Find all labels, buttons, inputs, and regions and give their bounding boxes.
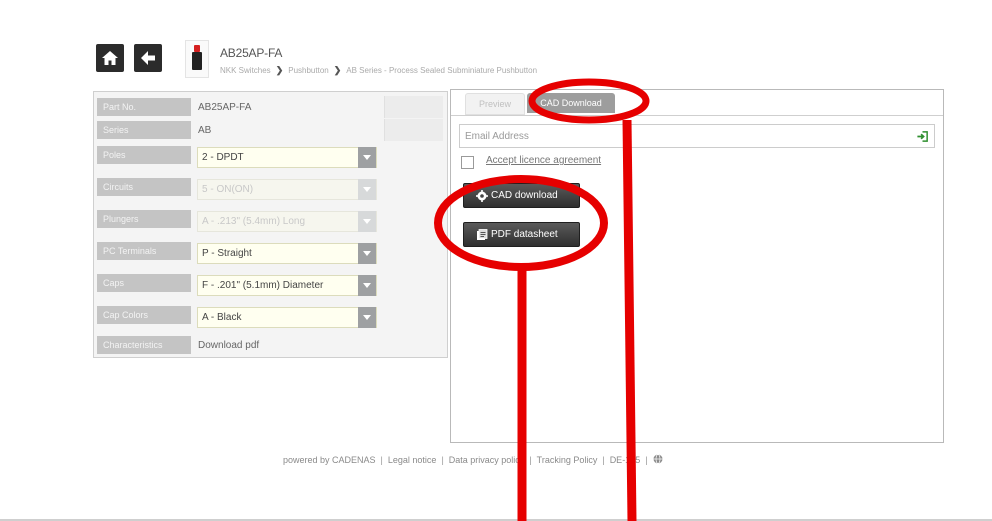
attr-row-series: Series AB: [94, 119, 447, 141]
attr-row-circuits: Circuits 5 - ON(ON): [94, 176, 447, 204]
tab-cad-download[interactable]: CAD Download: [527, 93, 615, 113]
breadcrumb: NKK Switches ❯ Pushbutton ❯ AB Series - Proc…: [220, 65, 537, 76]
attr-row-characteristics: Characteristics Download pdf: [94, 334, 447, 356]
cad-download-button[interactable]: CAD download: [463, 183, 580, 208]
caps-select[interactable]: F - .201" (5.1mm) Diameter: [197, 275, 377, 296]
attr-value: AB25AP-FA: [198, 102, 252, 113]
chevron-down-icon[interactable]: [358, 243, 376, 264]
attr-label: Plungers: [97, 210, 191, 228]
attr-row-caps: Caps F - .201" (5.1mm) Diameter: [94, 272, 447, 300]
tracking-policy-link[interactable]: Tracking Policy: [537, 455, 598, 465]
attr-row-cap-colors: Cap Colors A - Black: [94, 304, 447, 332]
back-button[interactable]: [134, 44, 162, 72]
privacy-policy-link[interactable]: Data privacy policy: [449, 455, 525, 465]
globe-icon[interactable]: [653, 454, 663, 464]
powered-by-link[interactable]: powered by CADENAS: [283, 455, 376, 465]
attr-label: Characteristics: [97, 336, 191, 354]
chevron-down-icon: [358, 211, 376, 232]
attr-label: Cap Colors: [97, 306, 191, 324]
attr-row-part-no: Part No. AB25AP-FA: [94, 96, 447, 118]
plungers-select: A - .213" (5.4mm) Long: [197, 211, 377, 232]
download-pdf-link[interactable]: Download pdf: [198, 340, 259, 351]
email-input[interactable]: [465, 129, 885, 143]
back-arrow-icon: [141, 51, 155, 65]
cap-colors-select[interactable]: A - Black: [197, 307, 377, 328]
home-button[interactable]: [96, 44, 124, 72]
locale-code: DE-125: [609, 455, 641, 465]
attr-label: Caps: [97, 274, 191, 292]
download-panel: Preview CAD Download Accept licence agre…: [450, 89, 944, 443]
tab-preview[interactable]: Preview: [465, 93, 525, 115]
circuits-select: 5 - ON(ON): [197, 179, 377, 200]
chevron-down-icon[interactable]: [358, 147, 376, 168]
breadcrumb-item[interactable]: NKK Switches: [220, 66, 271, 75]
chevron-down-icon[interactable]: [358, 307, 376, 328]
pc-terminals-select[interactable]: P - Straight: [197, 243, 377, 264]
footer: powered by CADENAS | Legal notice | Data pri…: [283, 454, 663, 465]
breadcrumb-item[interactable]: Pushbutton: [288, 66, 328, 75]
legal-notice-link[interactable]: Legal notice: [388, 455, 437, 465]
part-title: AB25AP-FA: [220, 46, 283, 60]
attr-label: Circuits: [97, 178, 191, 196]
chevron-down-icon[interactable]: [358, 275, 376, 296]
attr-value: AB: [198, 125, 212, 136]
attr-label: Part No.: [97, 98, 191, 116]
attribute-panel: Part No. AB25AP-FA Series AB Poles 2 - D…: [93, 91, 448, 358]
attr-label: Poles: [97, 146, 191, 164]
tab-divider: [451, 115, 943, 116]
chevron-right-icon: ❯: [333, 65, 342, 75]
chevron-right-icon: ❯: [275, 65, 284, 75]
email-field[interactable]: [459, 124, 935, 148]
chevron-down-icon: [358, 179, 376, 200]
breadcrumb-item[interactable]: AB Series - Process Sealed Subminiature …: [346, 66, 537, 75]
licence-checkbox[interactable]: [461, 156, 474, 169]
attr-row-poles: Poles 2 - DPDT: [94, 144, 447, 172]
attr-row-plungers: Plungers A - .213" (5.4mm) Long: [94, 208, 447, 236]
attr-label: Series: [97, 121, 191, 139]
home-icon: [102, 51, 118, 65]
attr-row-pc-terminals: PC Terminals P - Straight: [94, 240, 447, 268]
pdf-datasheet-icon: [477, 229, 488, 240]
attr-label: PC Terminals: [97, 242, 191, 260]
cad-download-icon: [476, 190, 488, 202]
part-thumbnail: [185, 40, 209, 78]
licence-agreement-link[interactable]: Accept licence agreement: [486, 155, 601, 166]
signin-icon[interactable]: [916, 130, 929, 143]
poles-select[interactable]: 2 - DPDT: [197, 147, 377, 168]
pdf-datasheet-button[interactable]: PDF datasheet: [463, 222, 580, 247]
